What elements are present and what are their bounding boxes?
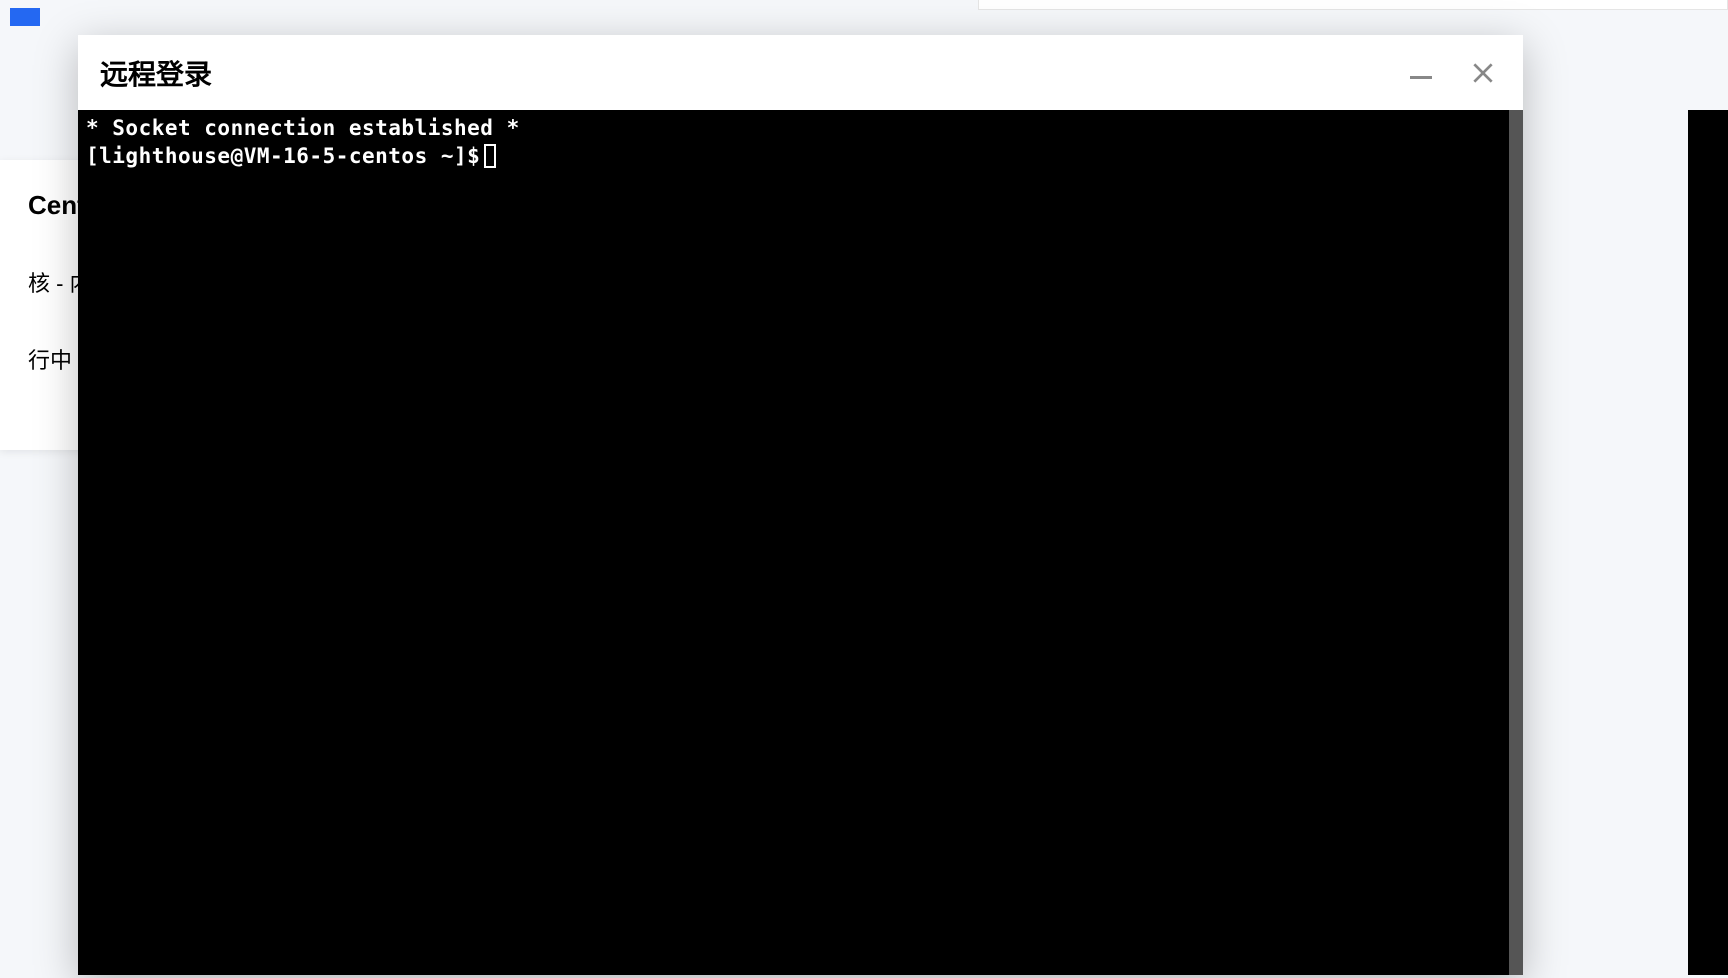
terminal[interactable]: * Socket connection established * [light… [78,110,1523,975]
terminal-cursor [484,144,496,168]
modal-header: 远程登录 [78,35,1523,110]
modal-title: 远程登录 [100,53,212,93]
close-button[interactable] [1465,55,1501,91]
terminal-scrollbar[interactable] [1509,110,1523,975]
minimize-button[interactable] [1403,55,1439,91]
blue-tab-indicator [10,8,40,26]
modal-controls [1403,55,1501,91]
terminal-output-line: * Socket connection established * [86,114,1515,142]
minimize-icon [1410,76,1432,79]
remote-login-modal: 远程登录 * Socket connection established * [… [78,35,1523,975]
terminal-prompt-line: [lighthouse@VM-16-5-centos ~]$ [86,142,1515,170]
terminal-scrollbar-thumb[interactable] [1509,110,1523,975]
close-icon [1470,60,1496,86]
terminal-prompt: [lighthouse@VM-16-5-centos ~]$ [86,142,480,170]
modal-right-edge [1688,110,1728,975]
terminal-content: * Socket connection established * [light… [78,110,1523,174]
top-bar-fragment [978,0,1728,10]
